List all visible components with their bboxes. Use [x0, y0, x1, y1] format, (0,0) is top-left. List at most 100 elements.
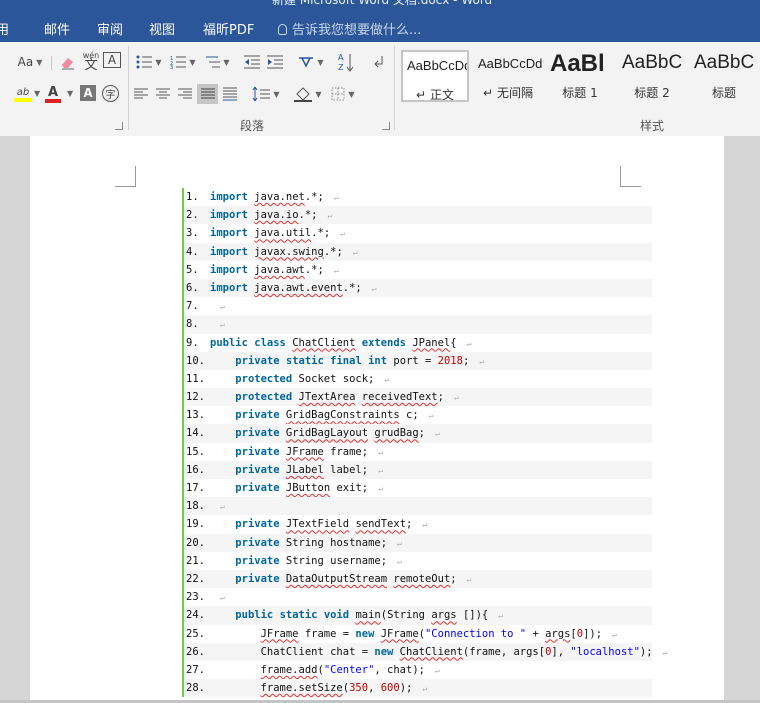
code-keyword: private: [235, 536, 280, 549]
code-line[interactable]: 18. ↵: [184, 497, 652, 516]
clear-formatting-button[interactable]: [58, 52, 78, 72]
chevron-down-icon[interactable]: ▼: [34, 89, 40, 98]
document-page[interactable]: 1. import java.net.*; ↵ 2. import java.io.*;…: [30, 136, 724, 703]
change-case-button[interactable]: Aa ▼: [14, 52, 46, 72]
tab-mailings[interactable]: 邮件: [44, 19, 70, 38]
code-spellcheck-token: java.awt.event: [254, 281, 343, 294]
code-block[interactable]: 1. import java.net.*; ↵ 2. import java.io.*;…: [182, 188, 667, 698]
code-line[interactable]: 3. import java.util.*; ↵: [184, 224, 652, 242]
line-number: 9.: [186, 336, 199, 349]
font-dialog-launcher-icon[interactable]: [115, 122, 123, 130]
line-number: 7.: [186, 300, 199, 313]
numbering-button[interactable]: 1 2 3 ▼: [168, 52, 198, 72]
chevron-down-icon[interactable]: ▼: [67, 89, 73, 98]
tab-foxit-pdf[interactable]: 福昕PDF: [203, 19, 254, 38]
decrease-indent-button[interactable]: [242, 52, 262, 72]
increase-indent-button[interactable]: [265, 52, 285, 72]
tab-view[interactable]: 视图: [149, 19, 175, 38]
code-keyword: private: [235, 354, 280, 367]
code-spellcheck-token: remoteOut: [393, 572, 451, 585]
style-heading-2[interactable]: AaBbC 标题 2: [618, 50, 686, 102]
code-line[interactable]: 12. protected JTextArea receivedText; ↵: [184, 388, 652, 407]
document-area[interactable]: 1. import java.net.*; ↵ 2. import java.io.*;…: [0, 136, 760, 703]
code-line[interactable]: 5. import java.awt.*; ↵: [184, 261, 652, 279]
code-line[interactable]: 21. private String username; ↵: [184, 552, 652, 570]
style-normal[interactable]: AaBbCcDd ↵ 正文: [401, 50, 469, 102]
line-number: 18.: [186, 500, 205, 513]
paragraph-mark-icon: ↵: [378, 447, 383, 457]
line-number: 12.: [186, 391, 205, 404]
code-text: .*;: [304, 263, 324, 276]
code-line[interactable]: 20. private String hostname; ↵: [184, 533, 652, 552]
code-line[interactable]: 23. ↵: [184, 588, 652, 606]
align-center-icon: [156, 88, 170, 99]
tab-reference[interactable]: 用: [0, 19, 9, 38]
code-text: (frame, args[: [462, 645, 546, 658]
paragraph-dialog-launcher-icon[interactable]: [382, 122, 390, 130]
code-line[interactable]: 7. ↵: [184, 297, 652, 315]
font-color-button[interactable]: A: [42, 84, 64, 104]
code-spellcheck-token: JLabel: [285, 463, 324, 476]
chevron-down-icon: ▼: [317, 57, 324, 67]
character-shading-button[interactable]: A: [80, 85, 96, 101]
style-heading-1[interactable]: AaBl 标题 1: [546, 50, 614, 102]
code-keyword: private: [235, 572, 280, 585]
chevron-down-icon: ▼: [348, 89, 355, 99]
multilevel-list-button[interactable]: ▼: [202, 52, 232, 72]
code-line[interactable]: 16. private JLabel label; ↵: [184, 460, 652, 479]
code-line[interactable]: 27. frame.add("Center", chat); ↵: [184, 661, 652, 679]
code-line[interactable]: 28. frame.setSize(350, 600); ↵: [184, 679, 652, 698]
svg-text:A: A: [338, 53, 344, 62]
code-line[interactable]: 9. public class ChatClient extends JPanel…: [184, 334, 652, 352]
code-text: Socket sock;: [292, 372, 375, 385]
paragraph-mark-icon: ↵: [422, 520, 428, 530]
enclose-characters-button[interactable]: 字: [102, 85, 119, 102]
code-line[interactable]: 17. private JButton exit; ↵: [184, 479, 652, 497]
show-hide-marks-button[interactable]: [368, 52, 388, 72]
code-line[interactable]: 6. import java.awt.event.*; ↵: [184, 278, 652, 298]
code-line[interactable]: 15. private JFrame frame; ↵: [184, 443, 652, 461]
style-no-spacing[interactable]: AaBbCcDd ↵ 无间隔: [474, 50, 542, 102]
character-border-button[interactable]: A: [103, 52, 121, 68]
line-number: 19.: [186, 518, 205, 531]
code-line[interactable]: 4. import javax.swing.*; ↵: [184, 242, 652, 261]
code-spellcheck-token: args: [431, 609, 457, 622]
code-line[interactable]: 22. private DataOutputStream remoteOut; ↵: [184, 569, 652, 589]
chinese-layout-button[interactable]: ▼: [296, 52, 326, 72]
code-line[interactable]: 1. import java.net.*; ↵: [184, 188, 652, 206]
code-line[interactable]: 13. private GridBagConstraints c; ↵: [184, 406, 652, 424]
styles-group-label: 样式: [640, 119, 665, 133]
code-text: .*;: [304, 191, 324, 203]
code-line[interactable]: 8. ↵: [184, 315, 652, 334]
line-number: 24.: [186, 609, 205, 622]
title-bar: 新建 Microsoft Word 文档.docx - Word: [0, 0, 760, 10]
code-line[interactable]: 19. private JTextField sendText; ↵: [184, 515, 652, 533]
line-number: 1.: [186, 191, 199, 203]
borders-button[interactable]: ▼: [328, 84, 358, 104]
code-line[interactable]: 25. JFrame frame = new JFrame("Connectio…: [184, 625, 652, 643]
align-right-button[interactable]: [175, 84, 195, 104]
distributed-button[interactable]: [220, 84, 240, 104]
code-line[interactable]: 14. private GridBagLayout grudBag; ↵: [184, 424, 652, 443]
line-spacing-button[interactable]: ▼: [250, 84, 282, 104]
sort-button[interactable]: AZ: [336, 50, 356, 74]
code-line[interactable]: 26. ChatClient chat = new ChatClient(fra…: [184, 642, 667, 661]
code-line[interactable]: 10. private static final int port = 2018…: [184, 351, 652, 370]
phonetic-guide-button[interactable]: wén 文: [80, 48, 102, 74]
shading-button[interactable]: ▼: [292, 84, 324, 104]
style-title[interactable]: AaBbC 标题: [690, 50, 758, 102]
tell-me-search[interactable]: 告诉我您想要做什么...: [278, 19, 421, 38]
justify-button[interactable]: [197, 84, 218, 104]
bullets-button[interactable]: ▼: [134, 52, 164, 72]
code-line[interactable]: 2. import java.io.*; ↵: [184, 206, 652, 225]
align-center-button[interactable]: [153, 84, 173, 104]
code-line[interactable]: 11. protected Socket sock; ↵: [184, 370, 652, 388]
code-text: , chat);: [374, 663, 425, 676]
code-spellcheck-token: JFrame: [260, 627, 299, 640]
tab-review[interactable]: 审阅: [97, 19, 123, 38]
code-line[interactable]: 24. public static void main(String args …: [184, 606, 652, 625]
code-text: ;: [418, 427, 425, 440]
align-left-button[interactable]: [131, 84, 151, 104]
